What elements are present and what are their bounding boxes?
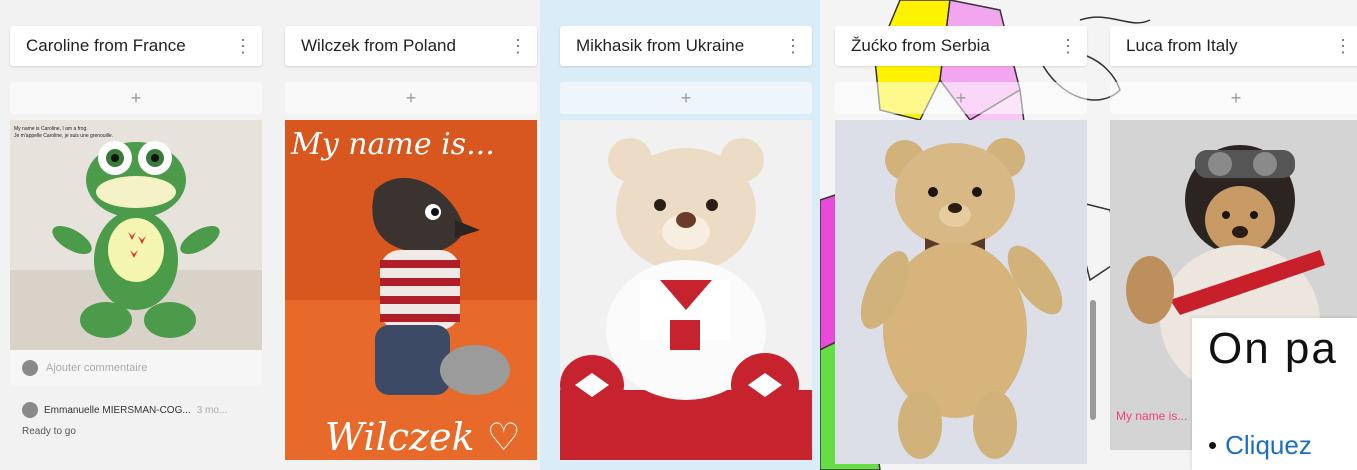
add-post-button[interactable]: +	[10, 82, 262, 114]
post-photo[interactable]: My name is... Wilczek ♡	[285, 120, 537, 460]
overlay-bullet: • Cliquez	[1208, 430, 1312, 460]
frog-photo: My name is Caroline, I am a frog. Je m'a…	[10, 120, 262, 350]
column-menu-icon[interactable]: ⋮	[1334, 37, 1352, 55]
avatar	[22, 402, 38, 418]
svg-text:Je m'appelle Caroline, je suis: Je m'appelle Caroline, je suis une greno…	[14, 133, 113, 139]
wolf-photo: My name is... Wilczek ♡	[285, 120, 537, 460]
column-menu-icon[interactable]: ⋮	[1059, 37, 1077, 55]
column-header: Žućko from Serbia ⋮	[835, 26, 1087, 66]
svg-text:My name is Caroline, I am a fr: My name is Caroline, I am a frog.	[14, 126, 88, 132]
post-photo[interactable]	[835, 120, 1087, 464]
comment-author: Emmanuelle MIERSMAN-COG...	[44, 404, 191, 416]
bear-ukraine-photo	[560, 120, 812, 460]
add-comment-placeholder[interactable]: Ajouter commentaire	[46, 362, 148, 374]
svg-text:My name is...: My name is...	[290, 127, 495, 162]
post-photo[interactable]	[560, 120, 812, 460]
scrollbar[interactable]	[1090, 300, 1096, 420]
column-wilczek: Wilczek from Poland ⋮ + My name is... Wi…	[285, 26, 537, 460]
post-photo[interactable]: My name is Caroline, I am a frog. Je m'a…	[10, 120, 262, 350]
column-menu-icon[interactable]: ⋮	[784, 37, 802, 55]
svg-text:My name is...: My name is...	[1116, 409, 1187, 423]
bear-serbia-photo	[835, 120, 1087, 464]
column-title: Žućko from Serbia	[851, 36, 990, 55]
add-post-button[interactable]: +	[1110, 82, 1357, 114]
column-header: Mikhasik from Ukraine ⋮	[560, 26, 812, 66]
column-mikhasik: Mikhasik from Ukraine ⋮ +	[560, 26, 812, 460]
svg-text:Wilczek ♡: Wilczek ♡	[325, 415, 521, 459]
comment: Emmanuelle MIERSMAN-COG... 3 mo...	[10, 386, 262, 422]
comment-time: 3 mo...	[196, 404, 228, 416]
column-caroline: Caroline from France ⋮ + My name is Caro…	[10, 26, 262, 441]
avatar	[22, 360, 38, 376]
cliquez-link[interactable]: Cliquez	[1225, 430, 1312, 460]
column-zucko: Žućko from Serbia ⋮ +	[835, 26, 1087, 464]
overlay-title: On pa	[1208, 324, 1338, 373]
column-header: Caroline from France ⋮	[10, 26, 262, 66]
add-post-button[interactable]: +	[560, 82, 812, 114]
column-title: Luca from Italy	[1126, 36, 1238, 55]
column-header: Wilczek from Poland ⋮	[285, 26, 537, 66]
comment-box[interactable]: Ajouter commentaire	[10, 350, 262, 386]
column-title: Wilczek from Poland	[301, 36, 456, 55]
column-header: Luca from Italy ⋮	[1110, 26, 1357, 66]
comment-text: Ready to go	[22, 426, 76, 437]
column-menu-icon[interactable]: ⋮	[509, 37, 527, 55]
column-title: Caroline from France	[26, 36, 186, 55]
column-title: Mikhasik from Ukraine	[576, 36, 745, 55]
slide-overlay: On pa • Cliquez	[1192, 318, 1357, 470]
column-menu-icon[interactable]: ⋮	[234, 37, 252, 55]
add-post-button[interactable]: +	[285, 82, 537, 114]
add-post-button[interactable]: +	[835, 82, 1087, 114]
